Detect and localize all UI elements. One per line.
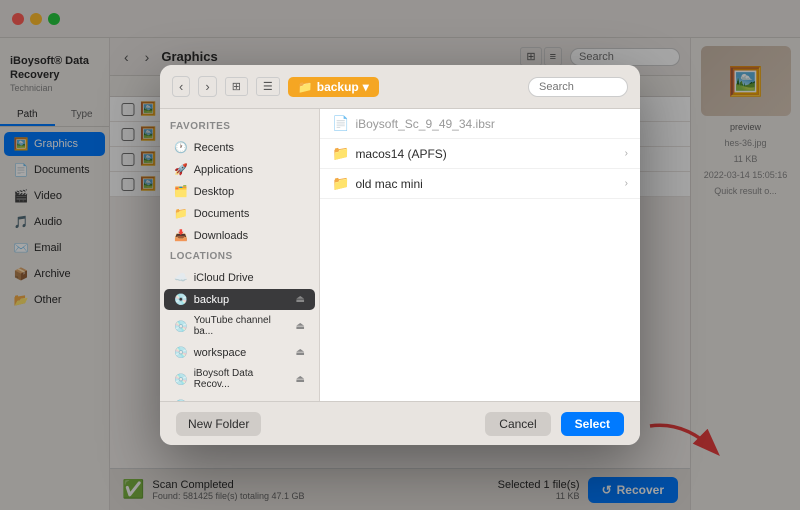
modal-sidebar-backup[interactable]: 💿 backup ⏏ <box>164 289 315 310</box>
chevron-right-icon: › <box>625 148 628 159</box>
youtube-label: YouTube channel ba... <box>194 315 290 337</box>
icloud-icon: ☁️ <box>174 271 188 284</box>
eject-workspace-icon: ⏏ <box>296 347 305 358</box>
file-name-macos: macos14 (APFS) <box>355 147 618 161</box>
app-window: iBoysoft® Data Recovery Technician Path … <box>0 0 800 510</box>
modal-location-label: backup <box>317 80 359 94</box>
modal-forward-button[interactable]: › <box>198 76 216 97</box>
modal-body: Favorites 🕐 Recents 🚀 Applications 🗂️ De… <box>160 109 640 401</box>
file-name-ibsr: iBoysoft_Sc_9_49_34.ibsr <box>355 117 628 131</box>
file-icon-ibsr: 📄 <box>332 115 349 132</box>
downloads-label: Downloads <box>194 230 248 242</box>
backup-label: backup <box>194 294 229 306</box>
modal-footer: New Folder Cancel Select <box>160 401 640 445</box>
file-icon-oldmac: 📁 <box>332 175 349 192</box>
downloads-icon: 📥 <box>174 229 188 242</box>
documents-folder-icon: 📁 <box>174 207 188 220</box>
file-name-oldmac: old mac mini <box>355 177 618 191</box>
desktop-label: Desktop <box>194 186 234 198</box>
modal-sidebar-desktop[interactable]: 🗂️ Desktop <box>164 181 315 202</box>
modal-toolbar: ‹ › ⊞ ☰ 📁 backup ▾ <box>160 65 640 109</box>
backup-folder-icon: 📁 <box>298 80 313 94</box>
modal-view-button-grid[interactable]: ⊞ <box>225 77 248 96</box>
cancel-button[interactable]: Cancel <box>485 412 550 436</box>
new-folder-button[interactable]: New Folder <box>176 412 261 436</box>
select-button[interactable]: Select <box>561 412 624 436</box>
recents-icon: 🕐 <box>174 141 188 154</box>
modal-file-row[interactable]: 📁 macos14 (APFS) › <box>320 139 640 169</box>
modal-search-input[interactable] <box>528 77 628 97</box>
modal-sidebar-downloads[interactable]: 📥 Downloads <box>164 225 315 246</box>
modal-back-button[interactable]: ‹ <box>172 76 190 97</box>
dropdown-icon: ▾ <box>363 80 369 94</box>
workspace-icon: 💿 <box>174 346 188 359</box>
icloud-label: iCloud Drive <box>194 272 254 284</box>
eject-youtube-icon: ⏏ <box>296 321 305 332</box>
applications-icon: 🚀 <box>174 163 188 176</box>
documents-label: Documents <box>194 208 250 220</box>
modal-sidebar-iboysoft[interactable]: 💿 iBoysoft Data Recov... ⏏ <box>164 364 315 394</box>
file-icon-macos: 📁 <box>332 145 349 162</box>
youtube-drive-icon: 💿 <box>174 320 188 333</box>
modal-sidebar: Favorites 🕐 Recents 🚀 Applications 🗂️ De… <box>160 109 320 401</box>
workspace-label: workspace <box>194 347 247 359</box>
chevron-right-icon-2: › <box>625 178 628 189</box>
modal-sidebar-applications[interactable]: 🚀 Applications <box>164 159 315 180</box>
modal-file-list: 📄 iBoysoft_Sc_9_49_34.ibsr 📁 macos14 (AP… <box>320 109 640 401</box>
recents-label: Recents <box>194 142 234 154</box>
eject-icon: ⏏ <box>296 294 305 305</box>
favorites-section-label: Favorites <box>160 117 319 136</box>
modal-sidebar-youtube[interactable]: 💿 YouTube channel ba... ⏏ <box>164 311 315 341</box>
modal-sidebar-workspace[interactable]: 💿 workspace ⏏ <box>164 342 315 363</box>
modal-sidebar-icloud[interactable]: ☁️ iCloud Drive <box>164 267 315 288</box>
modal-overlay: ‹ › ⊞ ☰ 📁 backup ▾ Favorites 🕐 <box>0 0 800 510</box>
modal-file-row[interactable]: 📄 iBoysoft_Sc_9_49_34.ibsr <box>320 109 640 139</box>
locations-section-label: Locations <box>160 247 319 266</box>
modal-file-row[interactable]: 📁 old mac mini › <box>320 169 640 199</box>
iboysoft-label: iBoysoft Data Recov... <box>194 368 290 390</box>
iboysoft-drive-icon: 💿 <box>174 373 188 386</box>
modal-view-button-columns[interactable]: ☰ <box>256 77 280 96</box>
file-picker-modal: ‹ › ⊞ ☰ 📁 backup ▾ Favorites 🕐 <box>160 65 640 445</box>
desktop-icon: 🗂️ <box>174 185 188 198</box>
applications-label: Applications <box>194 164 253 176</box>
modal-sidebar-documents[interactable]: 📁 Documents <box>164 203 315 224</box>
modal-location-button[interactable]: 📁 backup ▾ <box>288 77 379 97</box>
eject-iboysoft-icon: ⏏ <box>296 374 305 385</box>
modal-sidebar-recents[interactable]: 🕐 Recents <box>164 137 315 158</box>
backup-drive-icon: 💿 <box>174 293 188 306</box>
